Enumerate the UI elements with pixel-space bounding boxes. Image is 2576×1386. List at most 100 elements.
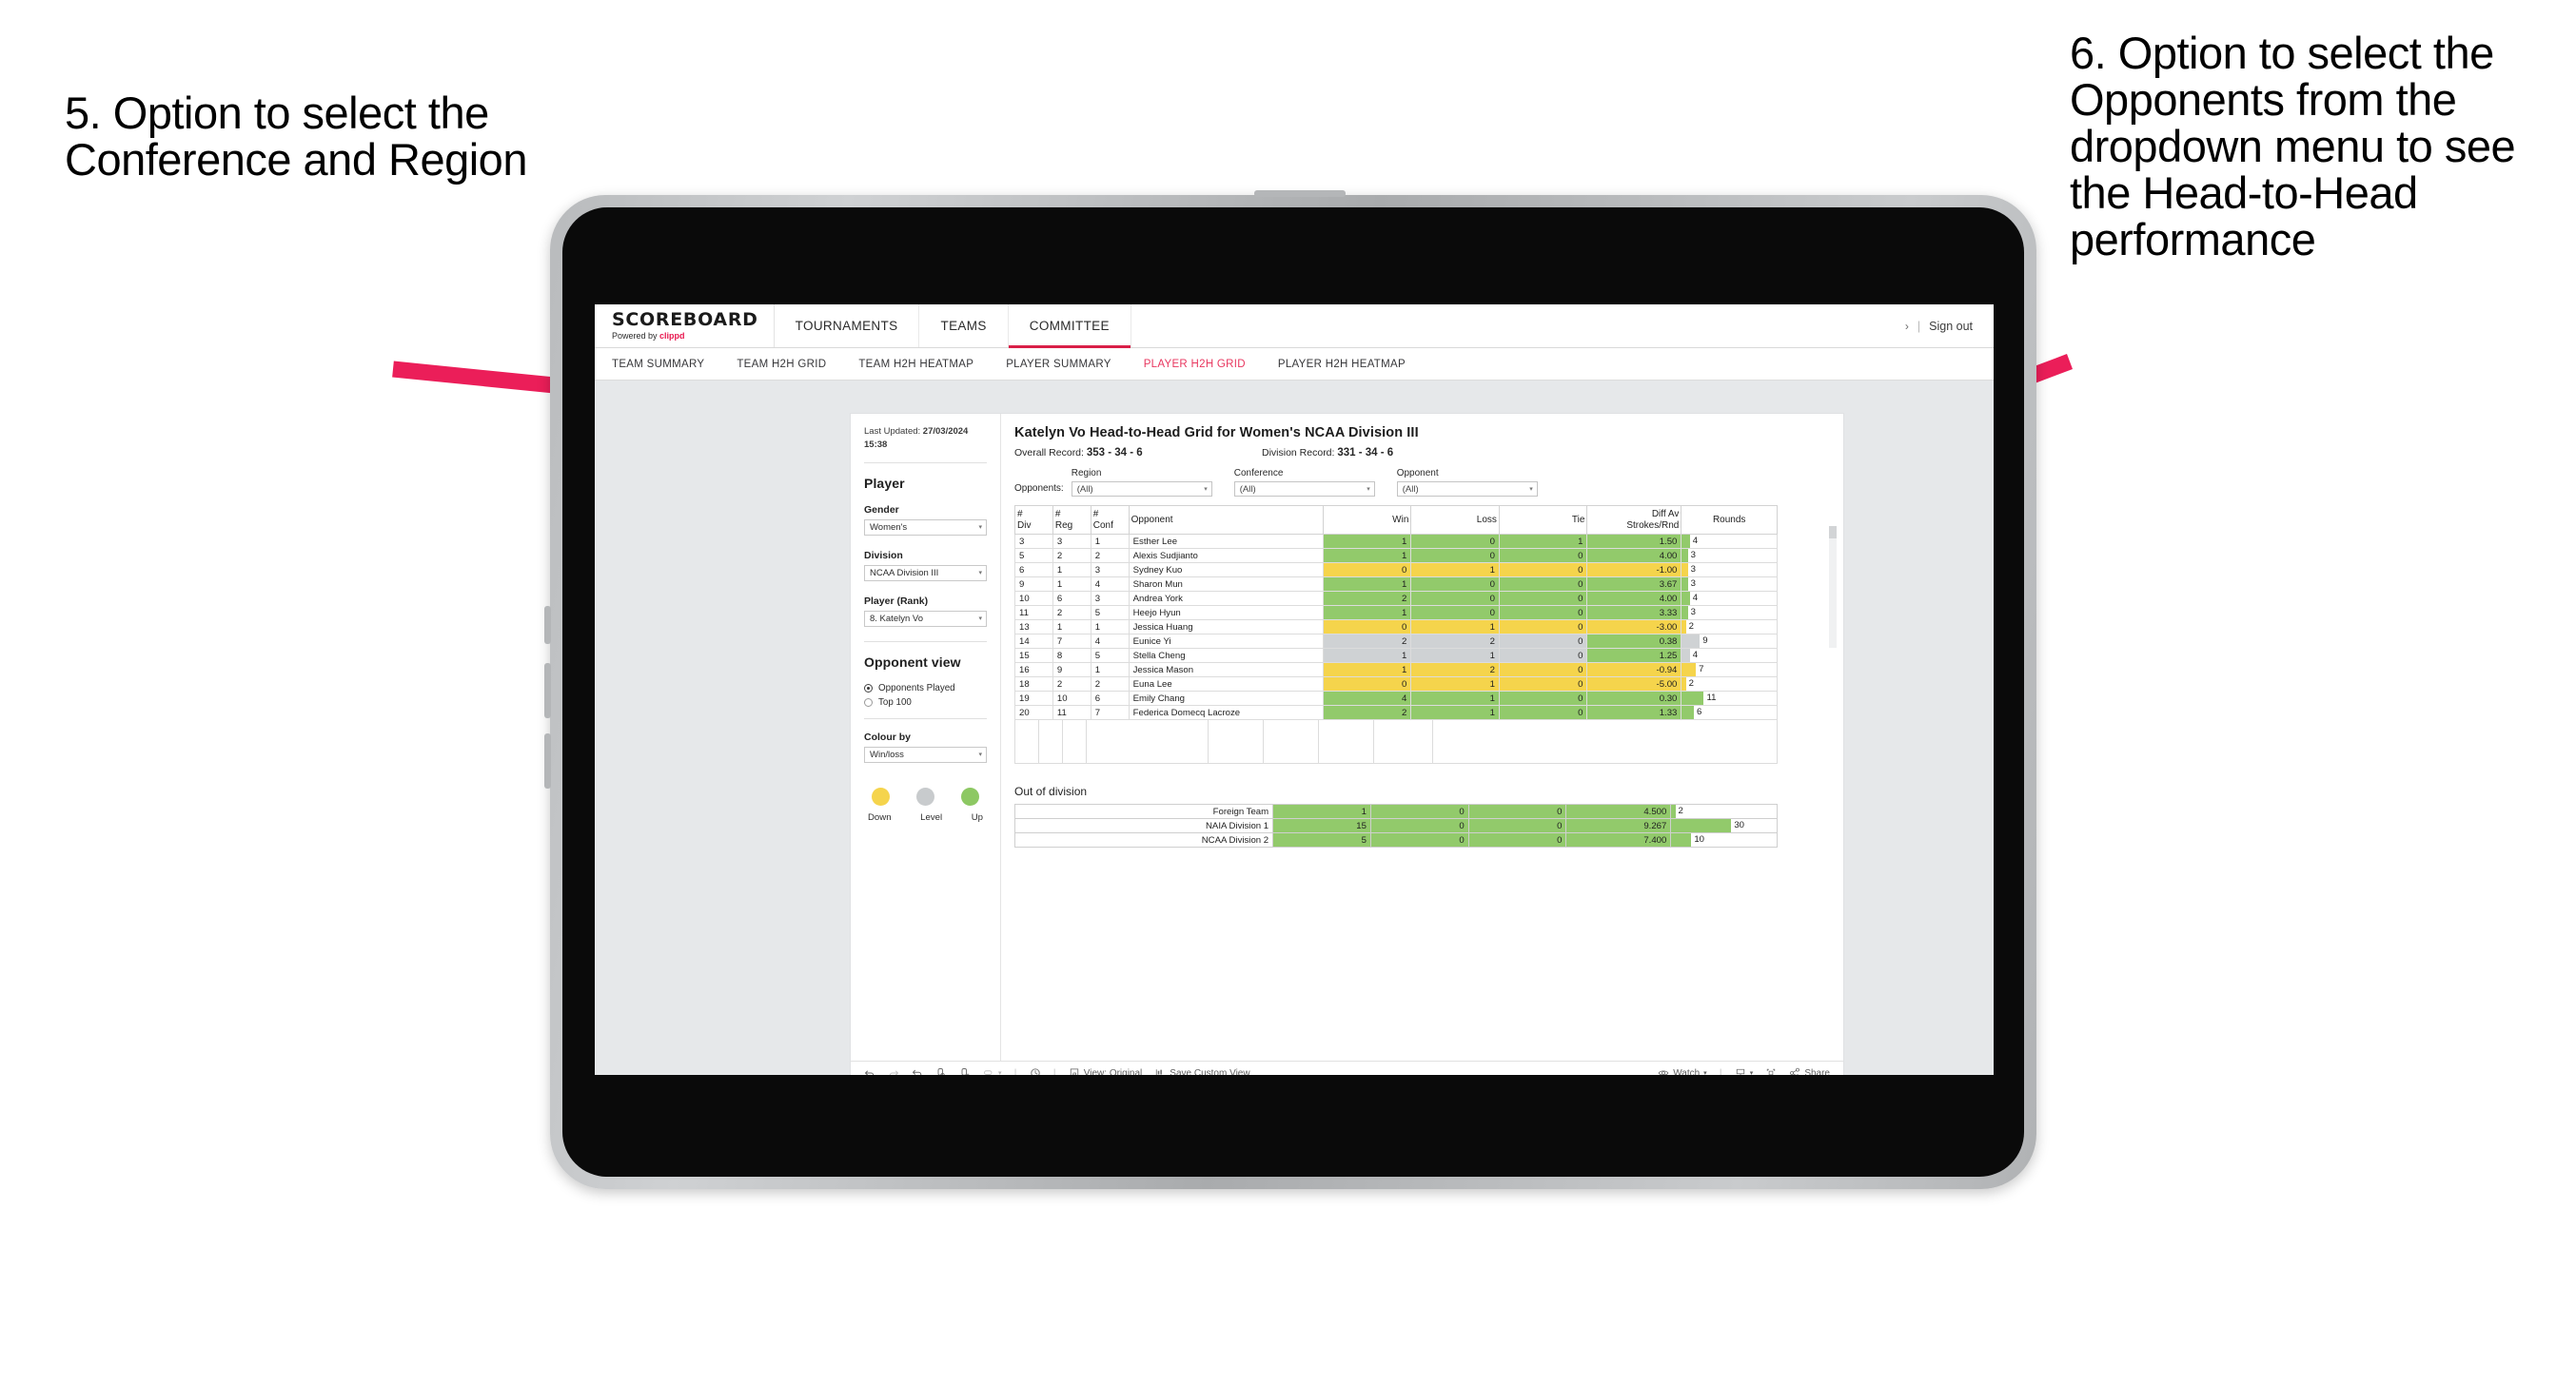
cell-conf: 5: [1090, 605, 1130, 620]
rounds-bar-cell: 2: [1681, 619, 1778, 634]
cell-win: 1: [1322, 576, 1412, 592]
sign-out-link[interactable]: Sign out: [1929, 320, 1973, 333]
colour-legend-labels: Down Level Up: [864, 812, 987, 823]
cell-opponent: Jessica Huang: [1128, 619, 1324, 634]
tab-team-h2h-grid[interactable]: TEAM H2H GRID: [737, 359, 826, 370]
table-row[interactable]: 10 6 3 Andrea York 2 0 0 4.00 4: [1014, 591, 1778, 606]
radio-icon: [864, 683, 873, 693]
th-reg: # Reg: [1052, 505, 1091, 535]
rounds-bar-cell: 4: [1681, 534, 1778, 549]
tab-team-summary[interactable]: TEAM SUMMARY: [612, 359, 704, 370]
cell-opponent: Federica Domecq Lacroze: [1128, 705, 1324, 720]
pause-auto-update-icon[interactable]: [1030, 1067, 1041, 1075]
undo-icon[interactable]: [864, 1067, 875, 1075]
share-button[interactable]: Share: [1789, 1067, 1843, 1075]
fullscreen-button[interactable]: [1765, 1067, 1777, 1075]
gender-select[interactable]: Women's ▾: [864, 518, 987, 536]
cell-loss: 0: [1369, 818, 1469, 833]
conference-filter: Conference (All) ▾: [1233, 468, 1375, 497]
cell-tie: 0: [1498, 605, 1588, 620]
overall-record-value: 353 - 34 - 6: [1086, 447, 1143, 459]
refresh-icon[interactable]: [935, 1067, 947, 1075]
cell-loss: 1: [1410, 705, 1500, 720]
cell-diff: 0.30: [1586, 691, 1682, 706]
table-row[interactable]: 5 2 2 Alexis Sudjianto 1 0 0 4.00 3: [1014, 548, 1778, 563]
player-rank-select[interactable]: 8. Katelyn Vo ▾: [864, 610, 987, 627]
nav-tournaments[interactable]: TOURNAMENTS: [775, 304, 920, 347]
brand-subtitle: Powered by clippd: [612, 332, 758, 341]
rounds-value: 11: [1706, 693, 1717, 703]
watch-button[interactable]: Watch ▾: [1658, 1067, 1707, 1076]
table-row[interactable]: 20 11 7 Federica Domecq Lacroze 2 1 0 1.33 6: [1014, 705, 1778, 720]
tab-player-h2h-heatmap[interactable]: PLAYER H2H HEATMAP: [1278, 359, 1406, 370]
download-button[interactable]: ▾: [1735, 1067, 1753, 1075]
grid-vertical-scrollbar[interactable]: [1829, 526, 1837, 648]
dashboard-body: Last Updated: 27/03/2024 15:38 Player Gen…: [851, 414, 1843, 1061]
last-updated-date: 27/03/2024: [922, 426, 969, 437]
table-row[interactable]: 19 10 6 Emily Chang 4 1 0 0.30 11: [1014, 691, 1778, 706]
save-custom-view-button[interactable]: Save Custom View: [1154, 1067, 1250, 1075]
region-select[interactable]: (All) ▾: [1071, 481, 1212, 497]
opponents-filter-label: Opponents:: [1014, 483, 1064, 494]
tab-player-summary[interactable]: PLAYER SUMMARY: [1006, 359, 1111, 370]
table-row[interactable]: 13 1 1 Jessica Huang 0 1 0 -3.00 2: [1014, 619, 1778, 634]
header-divider: |: [1917, 319, 1921, 333]
division-select[interactable]: NCAA Division III ▾: [864, 564, 987, 581]
cell-opponent: Euna Lee: [1128, 676, 1324, 692]
out-of-division-row[interactable]: NAIA Division 1 15 0 0 9.267 30: [1013, 818, 1778, 833]
table-row[interactable]: 3 3 1 Esther Lee 1 0 1 1.50 4: [1014, 534, 1778, 549]
table-row[interactable]: 16 9 1 Jessica Mason 1 2 0 -0.94 7: [1014, 662, 1778, 677]
volume-button-3[interactable]: [544, 733, 551, 789]
region-filter: Region (All) ▾: [1071, 468, 1212, 497]
tab-player-h2h-grid[interactable]: PLAYER H2H GRID: [1144, 359, 1246, 370]
out-of-division-row[interactable]: Foreign Team 1 0 0 4.500 2: [1013, 804, 1778, 819]
cell-tie: 1: [1498, 534, 1588, 549]
power-button[interactable]: [1254, 190, 1346, 197]
brand-logo[interactable]: SCOREBOARD Powered by clippd: [595, 304, 775, 347]
nav-teams[interactable]: TEAMS: [919, 304, 1009, 347]
chevron-right-icon[interactable]: ›: [1905, 320, 1909, 333]
nav-committee[interactable]: COMMITTEE: [1008, 304, 1131, 348]
radio-opponents-played[interactable]: Opponents Played: [864, 683, 987, 693]
conference-select[interactable]: (All) ▾: [1233, 481, 1375, 497]
cell-loss: 1: [1410, 676, 1500, 692]
colour-by-select[interactable]: Win/loss ▾: [864, 746, 987, 763]
table-row[interactable]: 18 2 2 Euna Lee 0 1 0 -5.00 2: [1014, 676, 1778, 692]
th-rounds: Rounds: [1681, 505, 1778, 535]
cell-loss: 0: [1369, 804, 1469, 819]
export-icon[interactable]: ▾: [983, 1067, 1002, 1075]
revert-icon[interactable]: [912, 1067, 923, 1075]
view-original-button[interactable]: View: Original: [1069, 1067, 1142, 1075]
th-tie: Tie: [1498, 505, 1588, 535]
player-rank-value: 8. Katelyn Vo: [870, 613, 923, 624]
cell-tie: 0: [1498, 648, 1588, 663]
chevron-down-icon: ▾: [978, 752, 982, 759]
table-row[interactable]: 6 1 3 Sydney Kuo 0 1 0 -1.00 3: [1014, 562, 1778, 577]
tab-team-h2h-heatmap[interactable]: TEAM H2H HEATMAP: [858, 359, 973, 370]
table-row[interactable]: 14 7 4 Eunice Yi 2 2 0 0.38 9: [1014, 634, 1778, 649]
radio-top-100[interactable]: Top 100: [864, 697, 987, 708]
cell-opponent: Stella Cheng: [1128, 648, 1324, 663]
scrollbar-thumb[interactable]: [1829, 526, 1837, 538]
rounds-bar-cell: 2: [1670, 804, 1778, 819]
table-row[interactable]: 9 1 4 Sharon Mun 1 0 0 3.67 3: [1014, 576, 1778, 592]
player-rank-label: Player (Rank): [864, 595, 929, 607]
watch-label: Watch: [1673, 1067, 1701, 1076]
cell-loss: 1: [1410, 648, 1500, 663]
volume-button-1[interactable]: [544, 606, 551, 644]
table-row[interactable]: 15 8 5 Stella Cheng 1 1 0 1.25 4: [1014, 648, 1778, 663]
rounds-bar-cell: 2: [1681, 676, 1778, 692]
table-row[interactable]: 11 2 5 Heejo Hyun 1 0 0 3.33 3: [1014, 605, 1778, 620]
volume-button-2[interactable]: [544, 663, 551, 718]
cell-reg: 6: [1052, 591, 1091, 606]
redo-icon[interactable]: [888, 1067, 899, 1075]
cell-div: 6: [1014, 562, 1053, 577]
opponent-select[interactable]: (All) ▾: [1396, 481, 1538, 497]
cell-diff: 0.38: [1586, 634, 1682, 649]
cell-win: 15: [1272, 818, 1371, 833]
last-updated-text: Last Updated: 27/03/2024 15:38: [864, 425, 987, 452]
pause-icon[interactable]: [959, 1067, 971, 1075]
cell-diff: 4.00: [1586, 591, 1682, 606]
out-of-division-row[interactable]: NCAA Division 2 5 0 0 7.400 10: [1013, 832, 1778, 848]
cell-diff: -3.00: [1586, 619, 1682, 634]
